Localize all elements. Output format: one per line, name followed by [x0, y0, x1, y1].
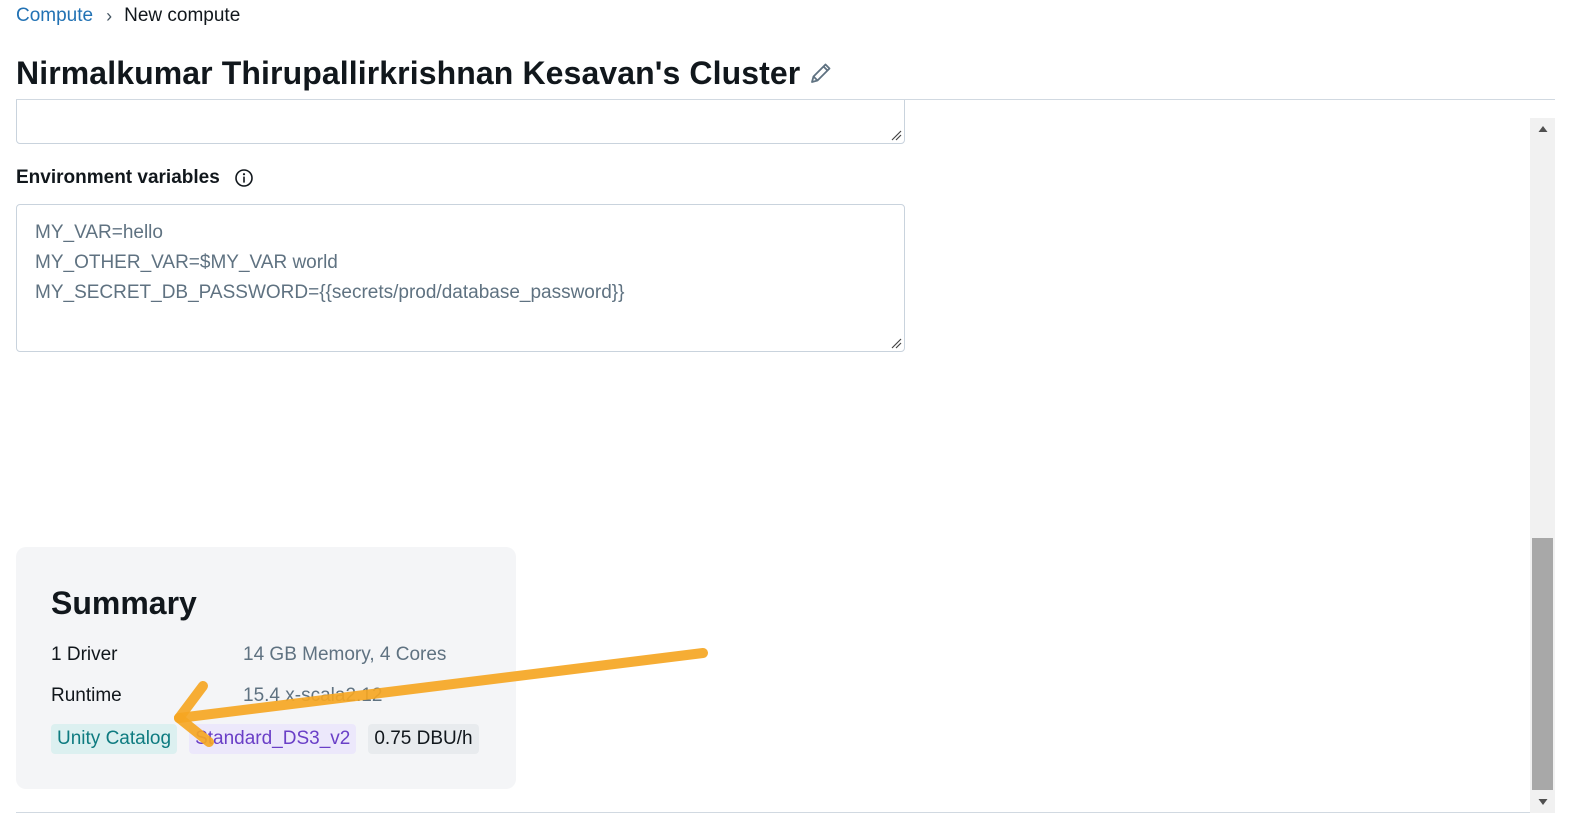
form-scroll-area: Environment variables MY_VAR=hello MY_OT… [0, 100, 1530, 813]
breadcrumb: Compute › New compute [16, 4, 240, 28]
node-type-tag: Standard_DS3_v2 [189, 724, 357, 754]
summary-card: Summary 1 Driver 14 GB Memory, 4 Cores R… [16, 547, 516, 789]
bottom-divider [16, 812, 1530, 813]
dbu-rate-tag: 0.75 DBU/h [368, 724, 479, 754]
breadcrumb-compute-link[interactable]: Compute [16, 5, 93, 27]
scrollbar-thumb[interactable] [1532, 538, 1553, 790]
summary-title: Summary [51, 585, 197, 621]
driver-value: 14 GB Memory, 4 Cores [243, 644, 447, 665]
env-placeholder-line: MY_OTHER_VAR=$MY_VAR world [35, 252, 338, 273]
scroll-down-arrow-icon[interactable] [1530, 791, 1555, 813]
resize-grip-icon[interactable] [890, 337, 902, 349]
driver-label: 1 Driver [51, 644, 118, 665]
page: Compute › New compute Nirmalkumar Thirup… [0, 0, 1587, 825]
env-variables-textarea[interactable]: MY_VAR=hello MY_OTHER_VAR=$MY_VAR world … [16, 204, 905, 352]
breadcrumb-separator: › [106, 5, 113, 26]
vertical-scrollbar[interactable] [1530, 118, 1555, 813]
pencil-icon[interactable] [808, 60, 834, 86]
env-placeholder-line: MY_VAR=hello [35, 222, 163, 243]
runtime-label: Runtime [51, 685, 122, 706]
env-placeholder-line: MY_SECRET_DB_PASSWORD={{secrets/prod/dat… [35, 282, 625, 303]
env-label-row: Environment variables [16, 166, 254, 190]
runtime-value: 15.4 x-scala2.12 [243, 685, 383, 706]
title-row: Nirmalkumar Thirupallirkrishnan Kesavan'… [16, 52, 834, 94]
summary-tags: Unity Catalog Standard_DS3_v2 0.75 DBU/h [51, 724, 479, 754]
info-circle-icon[interactable] [234, 168, 254, 188]
resize-grip-icon[interactable] [890, 129, 902, 141]
breadcrumb-current: New compute [124, 5, 241, 26]
init-scripts-textarea[interactable] [16, 100, 905, 144]
unity-catalog-tag: Unity Catalog [51, 724, 178, 754]
env-variables-label: Environment variables [16, 167, 220, 188]
scroll-up-arrow-icon[interactable] [1530, 118, 1555, 140]
page-title: Nirmalkumar Thirupallirkrishnan Kesavan'… [16, 54, 801, 91]
